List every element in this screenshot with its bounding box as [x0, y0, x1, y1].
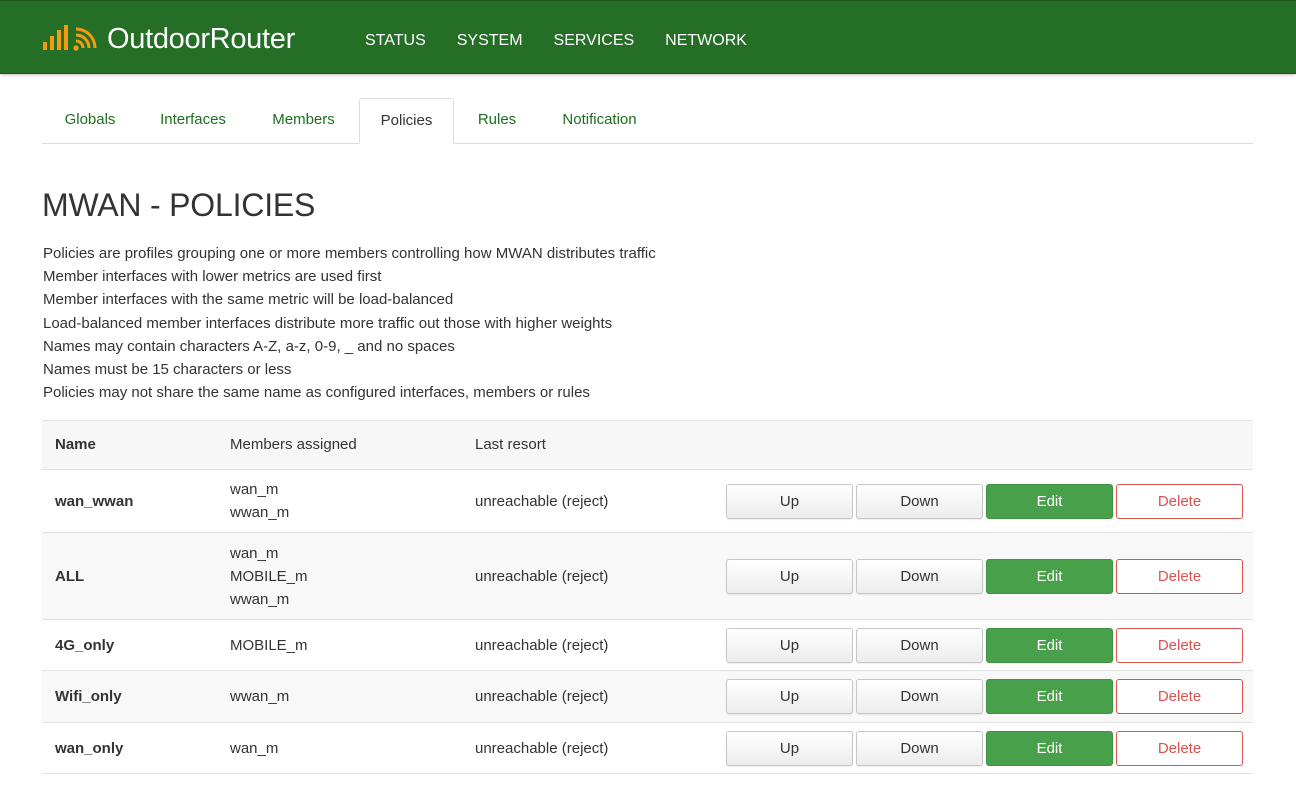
delete-button[interactable]: Delete — [1116, 483, 1243, 519]
tab-rules[interactable]: Rules — [454, 98, 540, 144]
policy-last-resort: unreachable (reject) — [475, 688, 609, 705]
table-row: Wifi_only wwan_m unreachable (reject) Up… — [42, 671, 1253, 723]
down-button[interactable]: Down — [856, 558, 983, 594]
delete-button[interactable]: Delete — [1116, 627, 1243, 663]
top-navbar: OutdoorRouter STATUS SYSTEM SERVICES NET… — [0, 0, 1296, 74]
down-button[interactable]: Down — [856, 730, 983, 766]
page-title: MWAN - POLICIES — [42, 187, 316, 223]
member-item: wwan_m — [230, 590, 290, 608]
edit-button[interactable]: Edit — [986, 627, 1113, 663]
policy-last-resort: unreachable (reject) — [475, 567, 609, 585]
row-actions: Up Down Edit Delete — [726, 470, 1243, 532]
row-actions: Up Down Edit Delete — [726, 533, 1243, 619]
tab-members[interactable]: Members — [248, 98, 359, 144]
edit-button[interactable]: Edit — [986, 483, 1113, 519]
description-line: Member interfaces with the same metric w… — [43, 291, 454, 309]
brand-name: OutdoorRouter — [107, 22, 295, 55]
signal-wifi-icon — [43, 25, 97, 51]
table-row: wan_wwan wan_m wwan_m unreachable (rejec… — [42, 470, 1253, 533]
tab-interfaces[interactable]: Interfaces — [138, 98, 248, 144]
down-button[interactable]: Down — [856, 483, 983, 519]
table-row: wan_only wan_m unreachable (reject) Up D… — [42, 723, 1253, 774]
down-button[interactable]: Down — [856, 679, 983, 714]
column-header-members: Members assigned — [230, 436, 357, 453]
policy-name: wan_wwan — [55, 492, 134, 510]
policy-last-resort: unreachable (reject) — [475, 636, 609, 654]
member-item: MOBILE_m — [230, 567, 308, 585]
edit-button[interactable]: Edit — [986, 730, 1113, 766]
delete-button[interactable]: Delete — [1116, 730, 1243, 766]
up-button[interactable]: Up — [726, 730, 853, 766]
main-nav: STATUS SYSTEM SERVICES NETWORK — [365, 32, 778, 50]
down-button[interactable]: Down — [856, 627, 983, 663]
edit-button[interactable]: Edit — [986, 558, 1113, 594]
tab-policies[interactable]: Policies — [359, 98, 454, 144]
description-line: Member interfaces with lower metrics are… — [43, 268, 382, 286]
policy-members: wwan_m — [230, 671, 289, 722]
member-item: wwan_m — [230, 504, 290, 521]
row-actions: Up Down Edit Delete — [726, 671, 1243, 722]
delete-button[interactable]: Delete — [1116, 558, 1243, 594]
up-button[interactable]: Up — [726, 483, 853, 519]
nav-services[interactable]: SERVICES — [554, 32, 635, 50]
table-row: ALL wan_m MOBILE_m wwan_m unreachable (r… — [42, 533, 1253, 620]
member-item: wwan_m — [230, 688, 290, 705]
policy-members: wan_m wwan_m — [230, 470, 289, 532]
row-actions: Up Down Edit Delete — [726, 620, 1243, 670]
tab-notification[interactable]: Notification — [540, 98, 659, 144]
nav-system[interactable]: SYSTEM — [457, 32, 523, 50]
policy-name: ALL — [55, 567, 85, 585]
member-item: MOBILE_m — [230, 636, 308, 654]
up-button[interactable]: Up — [726, 679, 853, 714]
row-actions: Up Down Edit Delete — [726, 723, 1243, 773]
mwan-tabs: Globals Interfaces Members Policies Rule… — [42, 98, 1253, 144]
table-header: Name Members assigned Last resort — [42, 420, 1253, 470]
policy-members: MOBILE_m — [230, 620, 308, 670]
policy-name: Wifi_only — [55, 688, 122, 705]
policies-table: Name Members assigned Last resort wan_ww… — [42, 420, 1253, 774]
description-line: Names must be 15 characters or less — [43, 361, 292, 379]
tab-globals[interactable]: Globals — [42, 98, 138, 144]
member-item: wan_m — [230, 739, 279, 757]
nav-status[interactable]: STATUS — [365, 32, 426, 50]
policy-description: Policies are profiles grouping one or mo… — [43, 242, 656, 404]
up-button[interactable]: Up — [726, 627, 853, 663]
table-row: 4G_only MOBILE_m unreachable (reject) Up… — [42, 620, 1253, 671]
policy-last-resort: unreachable (reject) — [475, 739, 609, 757]
column-header-name: Name — [55, 436, 96, 453]
description-line: Policies may not share the same name as … — [43, 384, 590, 402]
member-item: wan_m — [230, 544, 279, 562]
brand-logo[interactable]: OutdoorRouter — [43, 21, 295, 57]
description-line: Policies are profiles grouping one or mo… — [43, 245, 656, 262]
member-item: wan_m — [230, 481, 279, 498]
policy-members: wan_m — [230, 723, 278, 773]
policy-name: wan_only — [55, 739, 124, 757]
up-button[interactable]: Up — [726, 558, 853, 594]
policy-name: 4G_only — [55, 636, 115, 654]
description-line: Load-balanced member interfaces distribu… — [43, 314, 613, 332]
nav-network[interactable]: NETWORK — [665, 32, 747, 50]
policy-last-resort: unreachable (reject) — [475, 492, 609, 510]
policy-members: wan_m MOBILE_m wwan_m — [230, 533, 308, 619]
description-line: Names may contain characters A-Z, a-z, 0… — [43, 337, 455, 355]
column-header-last-resort: Last resort — [475, 436, 546, 453]
edit-button[interactable]: Edit — [986, 679, 1113, 714]
delete-button[interactable]: Delete — [1116, 679, 1243, 714]
